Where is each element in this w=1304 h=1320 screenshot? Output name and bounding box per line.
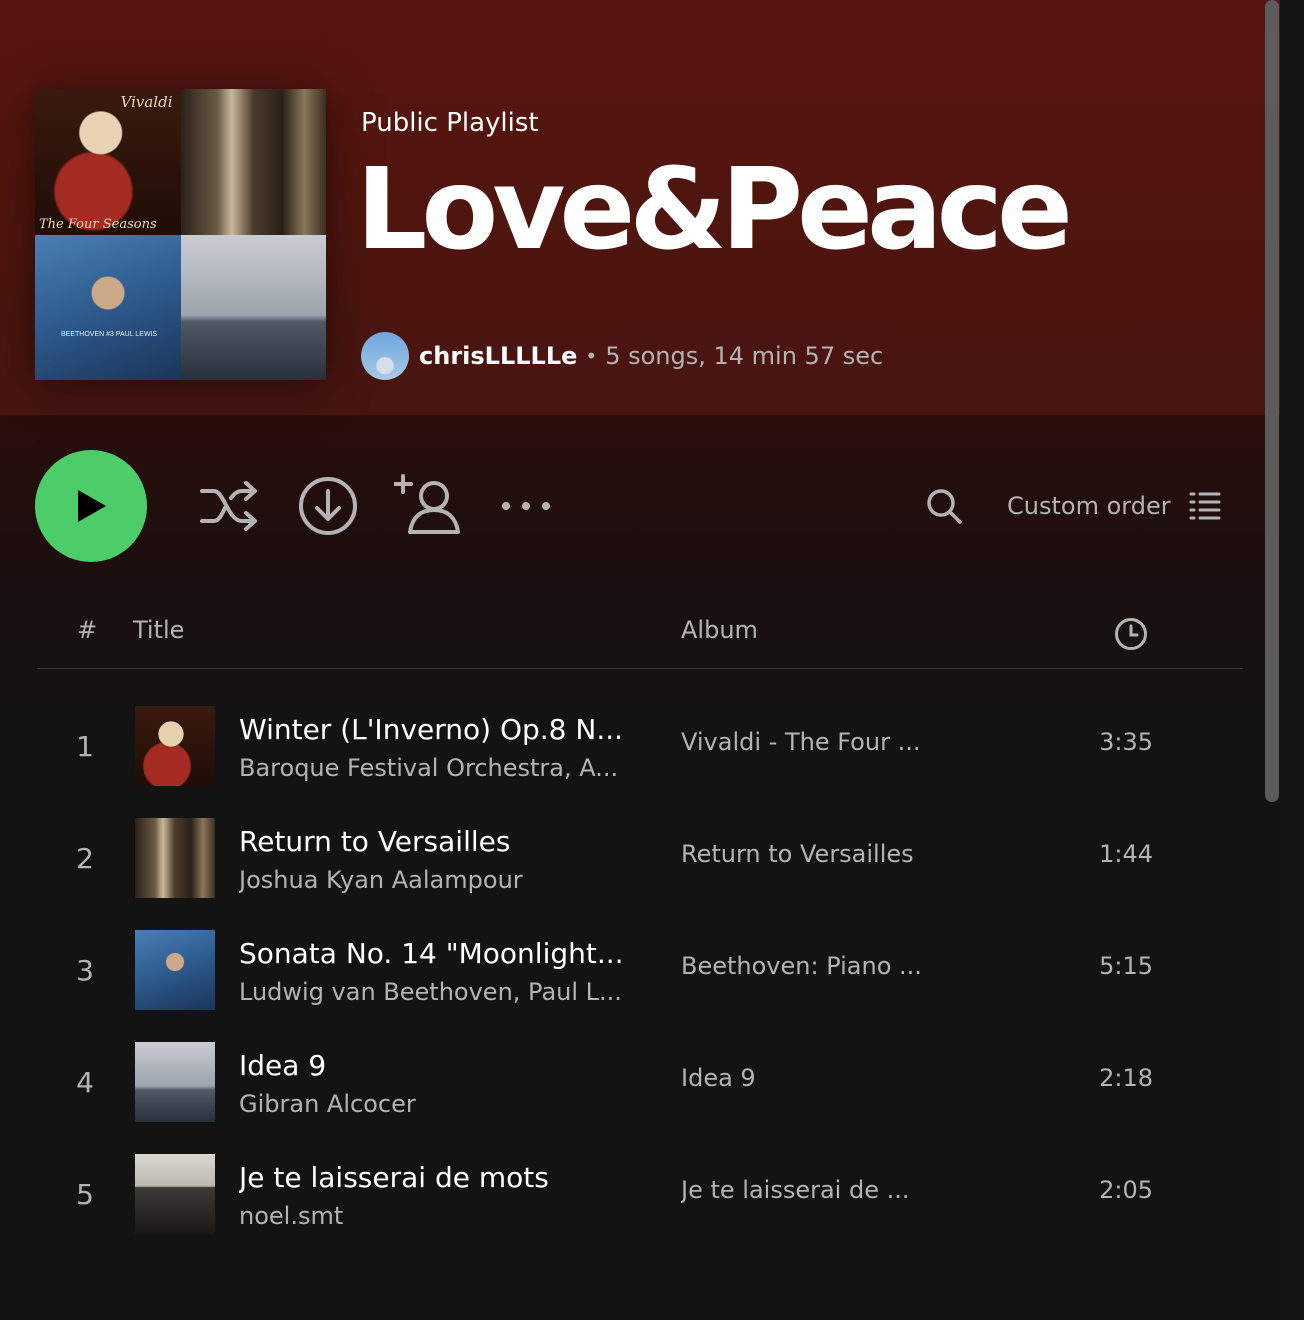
track-album[interactable]: Beethoven: Piano ... [681,952,941,980]
window-gutter [1280,0,1304,1320]
table-row[interactable]: 2 Return to Versailles Joshua Kyan Aalam… [37,802,1243,914]
track-duration: 2:05 [1099,1176,1153,1204]
track-artist[interactable]: noel.smt [239,1200,639,1232]
scrollbar-thumb[interactable] [1265,0,1279,802]
track-album[interactable]: Return to Versailles [681,840,941,868]
track-title[interactable]: Idea 9 [239,1048,639,1084]
playlist-type-label: Public Playlist [361,108,539,138]
tracklist-header: # Title Album [37,610,1243,669]
meta-separator: • [585,344,598,368]
owner-link[interactable]: chrisLLLLLe [419,342,577,370]
table-row[interactable]: 4 Idea 9 Gibran Alcocer Idea 9 2:18 [37,1026,1243,1138]
play-icon [78,490,106,522]
track-artist[interactable]: Joshua Kyan Aalampour [239,864,639,896]
more-icon [502,502,550,510]
playlist-title[interactable]: Love&Peace [356,154,1073,266]
track-album[interactable]: Je te laisserai de ... [681,1176,941,1204]
clock-icon [1115,618,1147,650]
avatar[interactable] [361,332,409,380]
track-duration: 1:44 [1099,840,1153,868]
invite-collaborator-button[interactable] [394,474,462,536]
cover-text-vivaldi: Vivaldi [120,93,173,111]
track-title[interactable]: Sonata No. 14 "Moonlight... [239,936,639,972]
track-number: 5 [76,1177,94,1211]
table-row[interactable]: 3 Sonata No. 14 "Moonlight... Ludwig van… [37,914,1243,1026]
track-number: 1 [76,729,94,763]
download-icon [299,477,357,535]
cover-text-four-seasons: The Four Seasons [39,216,157,232]
header-fade [0,415,1280,715]
track-artist[interactable]: Baroque Festival Orchestra, A... [239,752,639,784]
track-duration: 2:18 [1099,1064,1153,1092]
track-album[interactable]: Idea 9 [681,1064,941,1092]
track-number: 4 [76,1065,94,1099]
track-artwork [135,706,215,786]
column-duration[interactable] [1113,616,1149,658]
search-in-playlist-button[interactable] [924,486,964,526]
track-artwork [135,818,215,898]
sort-order-button[interactable]: Custom order [1007,486,1221,526]
track-artwork [135,1042,215,1122]
track-duration: 3:35 [1099,728,1153,756]
sort-order-label: Custom order [1007,492,1171,520]
list-icon [1189,492,1221,520]
playlist-meta: chrisLLLLLe • 5 songs, 14 min 57 sec [361,332,883,380]
track-title[interactable]: Winter (L'Inverno) Op.8 N... [239,712,639,748]
track-album[interactable]: Vivaldi - The Four ... [681,728,941,756]
column-title[interactable]: Title [133,616,184,644]
cover-art-vivaldi: Vivaldi The Four Seasons [35,89,181,235]
play-button[interactable] [35,450,147,562]
cover-art-idea9 [180,234,326,380]
shuffle-button[interactable] [196,476,262,536]
track-number: 2 [76,841,94,875]
cover-art-versailles [180,89,326,235]
track-title[interactable]: Je te laisserai de mots [239,1160,639,1196]
download-button[interactable] [298,476,358,536]
column-album[interactable]: Album [681,616,758,644]
track-artist[interactable]: Ludwig van Beethoven, Paul L... [239,976,639,1008]
track-artwork [135,1154,215,1234]
add-user-icon [394,474,460,534]
track-number: 3 [76,953,94,987]
table-row[interactable]: 5 Je te laisserai de mots noel.smt Je te… [37,1138,1243,1250]
track-title[interactable]: Return to Versailles [239,824,639,860]
shuffle-icon [200,481,257,531]
table-row[interactable]: 1 Winter (L'Inverno) Op.8 N... Baroque F… [37,690,1243,802]
playlist-cover[interactable]: Vivaldi The Four Seasons BEETHOVEN #3 PA… [35,89,326,380]
column-number: # [77,616,98,644]
track-artist[interactable]: Gibran Alcocer [239,1088,639,1120]
playlist-page: Vivaldi The Four Seasons BEETHOVEN #3 PA… [0,0,1280,1320]
more-options-button[interactable] [498,494,554,518]
track-duration: 5:15 [1099,952,1153,980]
cover-art-beethoven: BEETHOVEN #3 PAUL LEWIS [35,234,181,380]
playlist-stats: 5 songs, 14 min 57 sec [605,342,884,370]
search-icon [927,489,962,524]
cover-text-beethoven: BEETHOVEN #3 PAUL LEWIS [61,331,158,338]
track-artwork [135,930,215,1010]
